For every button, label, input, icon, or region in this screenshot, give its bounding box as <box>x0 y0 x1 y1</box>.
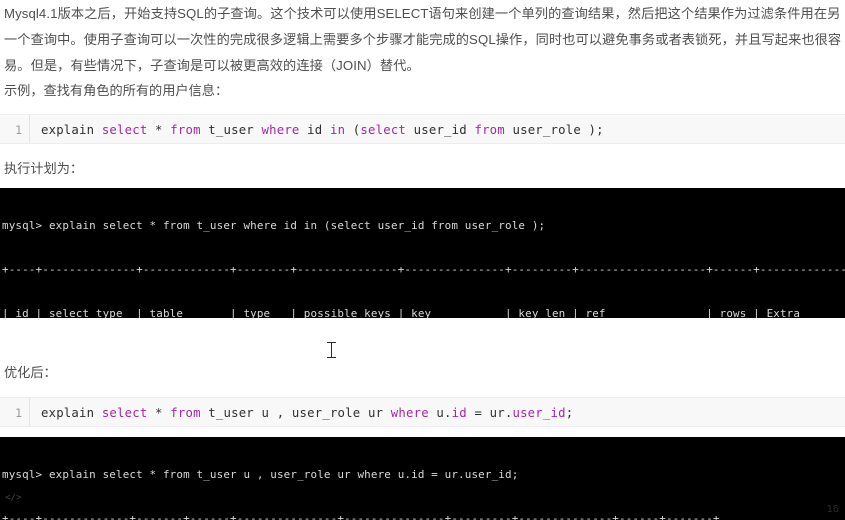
terminal-explain-join: mysql> explain select * from t_user u , … <box>0 437 845 520</box>
intro-paragraph: Mysql4.1版本之后，开始支持SQL的子查询。这个技术可以使用SELECT语… <box>4 1 845 79</box>
optimized-label: 优化后： <box>4 365 57 380</box>
intro-line-3: 易。但是，有些情况下，子查询是可以被更高效的连接（JOIN）替代。 <box>4 58 420 73</box>
code-line-number: 1 <box>0 115 30 143</box>
terminal-line: mysql> explain select * from t_user wher… <box>2 219 546 233</box>
intro-line-2: 一个查询中。使用子查询可以一次性的完成很多逻辑上需要多个步骤才能完成的SQL操作… <box>4 32 842 47</box>
execution-plan-label: 执行计划为： <box>4 161 84 176</box>
article-page: Mysql4.1版本之后，开始支持SQL的子查询。这个技术可以使用SELECT语… <box>0 0 845 520</box>
code-block-join[interactable]: 1 explain select * from t_user u , user_… <box>0 397 845 427</box>
code-glyph-icon: </> <box>5 493 22 504</box>
terminal-line: +----+-------------+-------+------+-----… <box>2 511 720 520</box>
intro-line-1: Mysql4.1版本之后，开始支持SQL的子查询。这个技术可以使用SELECT语… <box>4 6 841 21</box>
terminal-line: +----+--------------+-------------+-----… <box>2 262 845 276</box>
example-label: 示例，查找有角色的所有的用户信息： <box>4 83 229 98</box>
terminal-line: mysql> explain select * from t_user u , … <box>2 468 519 482</box>
code-line-content[interactable]: explain select * from t_user where id in… <box>30 115 604 143</box>
code-line-number: 1 <box>0 398 30 426</box>
terminal-explain-subquery: mysql> explain select * from t_user wher… <box>0 188 845 318</box>
text-cursor-icon <box>327 341 336 359</box>
page-corner-mark: 16 <box>826 504 839 516</box>
code-line-content[interactable]: explain select * from t_user u , user_ro… <box>30 398 573 426</box>
code-block-subquery[interactable]: 1 explain select * from t_user where id … <box>0 114 845 144</box>
terminal-line: | id | select_type | table | type | poss… <box>2 306 845 318</box>
